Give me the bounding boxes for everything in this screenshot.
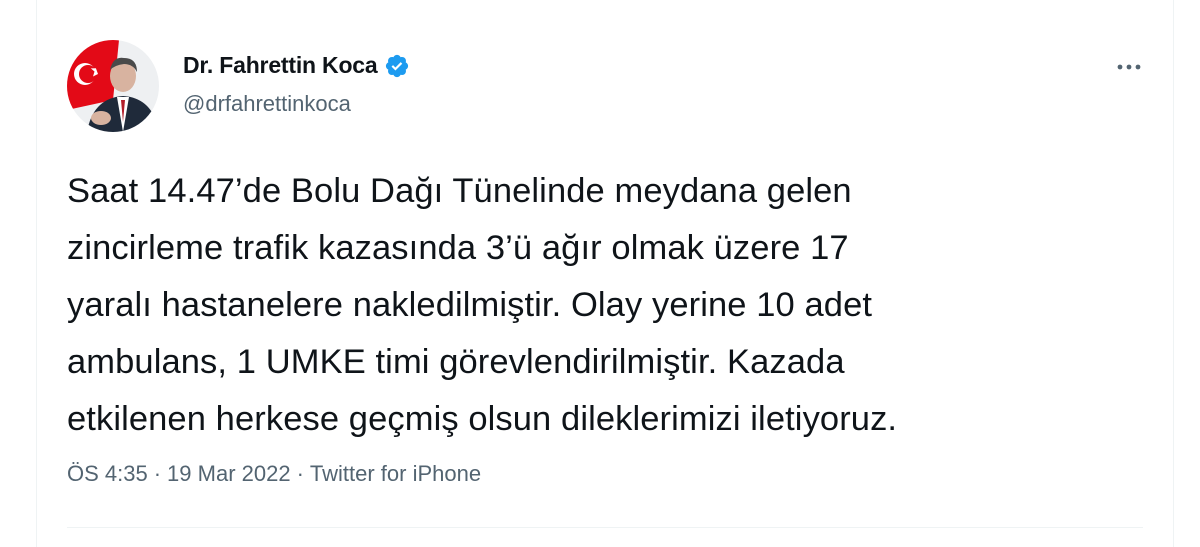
divider	[67, 527, 1143, 528]
meta-separator: ·	[153, 461, 162, 486]
author-display-name[interactable]: Dr. Fahrettin Koca	[183, 52, 378, 79]
avatar[interactable]	[67, 40, 159, 132]
tweet-text-line: etkilenen herkese geçmiş olsun dilekleri…	[67, 400, 898, 438]
more-horizontal-icon	[1117, 64, 1141, 70]
author-handle[interactable]: @drfahrettinkoca	[183, 91, 351, 117]
author-name-row[interactable]: Dr. Fahrettin Koca	[183, 52, 410, 79]
tweet-date[interactable]: 19 Mar 2022	[167, 461, 291, 486]
tweet-source-link[interactable]: Twitter for iPhone	[310, 461, 481, 486]
more-options-button[interactable]	[1109, 52, 1149, 82]
tweet-text: Saat 14.47’de Bolu Dağı Tünelinde meydan…	[67, 163, 1147, 448]
tweet-text-line: ambulans, 1 UMKE timi görevlendirilmişti…	[67, 343, 845, 381]
tweet-card: Dr. Fahrettin Koca @drfahrettinkoca Saat…	[36, 0, 1174, 547]
avatar-image	[67, 40, 159, 132]
meta-separator: ·	[296, 461, 304, 486]
verified-badge-icon	[384, 53, 410, 79]
tweet-time[interactable]: ÖS 4:35	[67, 461, 148, 486]
tweet-text-line: zincirleme trafik kazasında 3’ü ağır olm…	[67, 229, 849, 267]
tweet-meta: ÖS 4:35 · 19 Mar 2022 · Twitter for iPhone	[67, 461, 481, 487]
tweet-text-line: yaralı hastanelere nakledilmiştir. Olay …	[67, 286, 873, 324]
tweet-text-line: Saat 14.47’de Bolu Dağı Tünelinde meydan…	[67, 172, 852, 210]
